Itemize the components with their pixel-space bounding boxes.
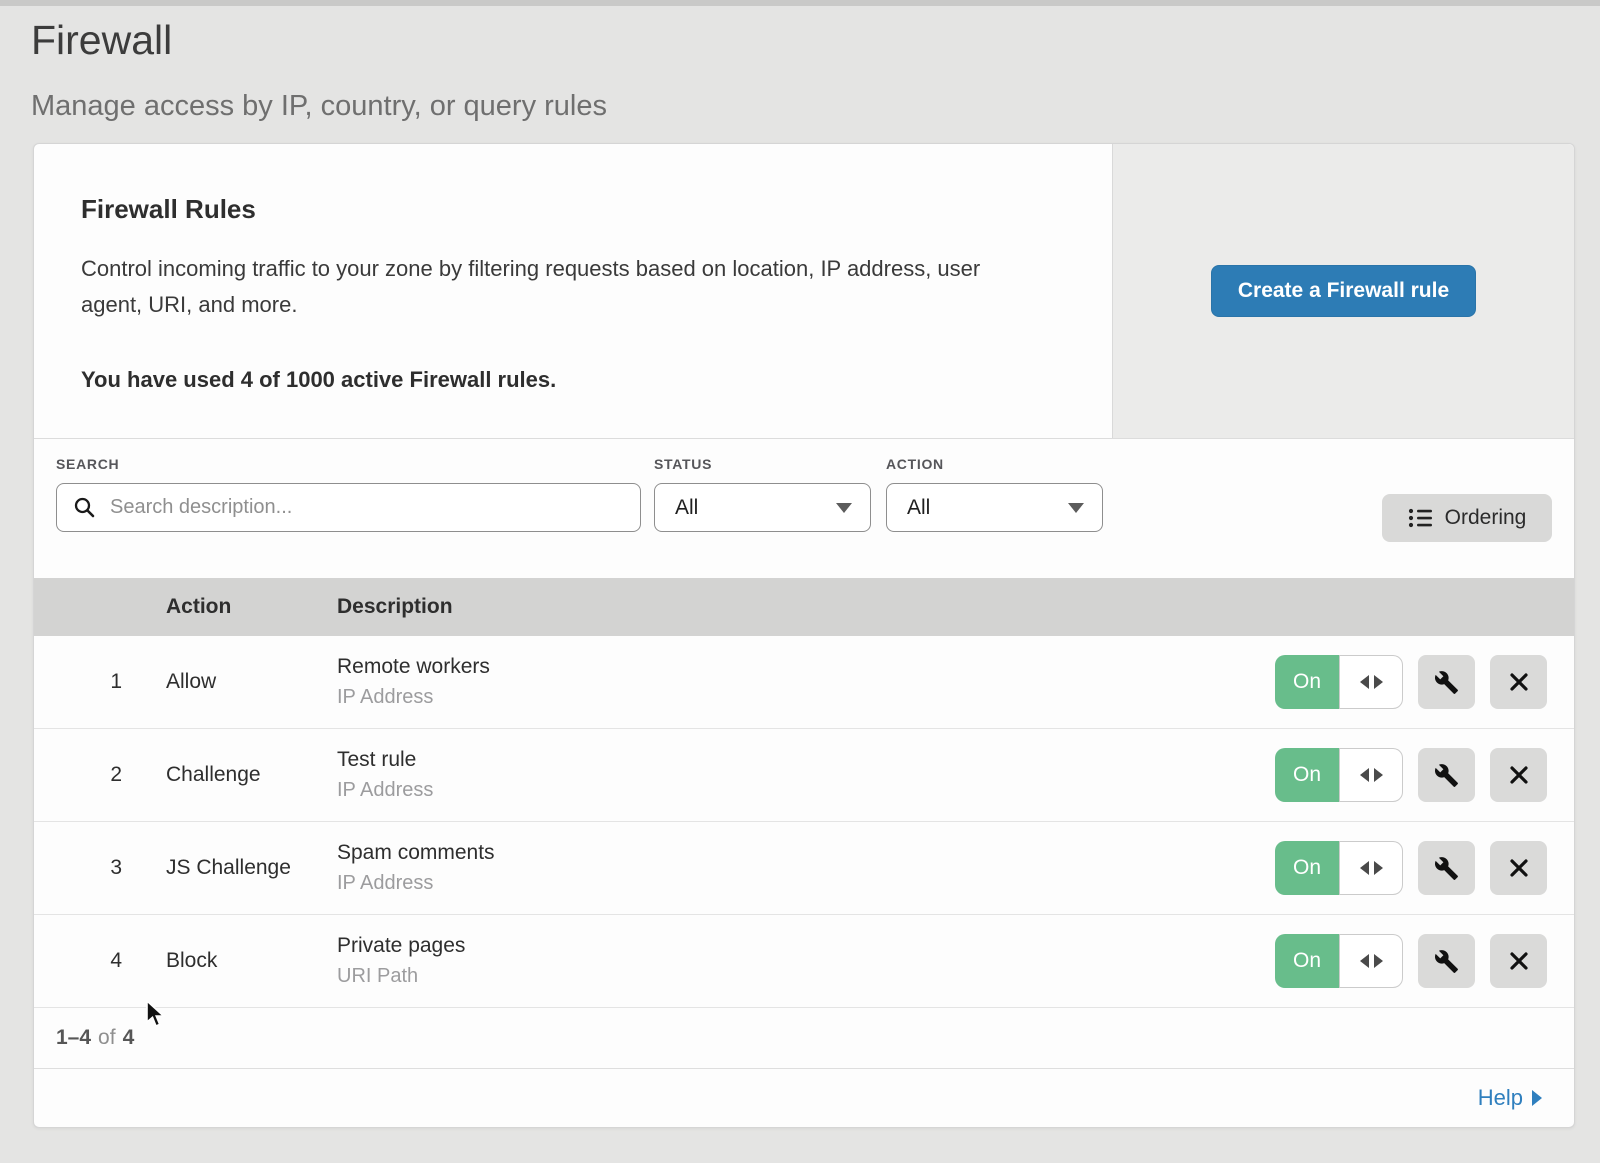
table-row: 2 Challenge Test rule IP Address On [34,729,1574,822]
ordering-button-wrap: Ordering [1382,494,1552,578]
edit-rule-button[interactable] [1418,655,1475,709]
search-filter-group: SEARCH [56,456,641,578]
page-header: Firewall Manage access by IP, country, o… [0,16,1600,123]
rule-description-cell: Remote workers IP Address [337,655,1275,709]
rule-priority: 4 [34,949,122,973]
pagination-of: of [98,1026,116,1050]
ordering-button[interactable]: Ordering [1382,494,1552,542]
ordered-list-icon [1408,507,1432,529]
rule-description: Test rule [337,748,1275,772]
rule-description-cell: Spam comments IP Address [337,841,1275,895]
table-row: 3 JS Challenge Spam comments IP Address … [34,822,1574,915]
rule-match-field: IP Address [337,686,1275,709]
rule-match-field: IP Address [337,872,1275,895]
rule-description-cell: Private pages URI Path [337,934,1275,988]
rule-priority: 1 [34,670,122,694]
close-icon [1508,950,1530,972]
rules-usage-text: You have used 4 of 1000 active Firewall … [81,367,1052,393]
rule-description: Spam comments [337,841,1275,865]
rule-match-field: URI Path [337,965,1275,988]
wrench-icon [1434,949,1459,974]
search-label: SEARCH [56,456,641,472]
intro-text-panel: Firewall Rules Control incoming traffic … [34,144,1112,438]
action-label: ACTION [886,456,1103,472]
rule-description: Private pages [337,934,1275,958]
wrench-icon [1434,763,1459,788]
rule-enabled-toggle[interactable]: On [1275,841,1403,895]
description-column-header: Description [337,595,1574,619]
status-filter-group: STATUS All [654,456,871,578]
page-subtitle: Manage access by IP, country, or query r… [31,89,1600,123]
rule-controls: On [1275,841,1574,895]
toggle-on-label[interactable]: On [1275,655,1339,709]
edit-rule-button[interactable] [1418,841,1475,895]
rule-controls: On [1275,655,1574,709]
edit-rule-button[interactable] [1418,748,1475,802]
rule-controls: On [1275,748,1574,802]
firewall-rules-card: Firewall Rules Control incoming traffic … [33,143,1575,1128]
toggle-on-label[interactable]: On [1275,748,1339,802]
rule-action: Allow [166,670,337,694]
toggle-drag-handle-icon[interactable] [1339,655,1403,709]
ordering-button-label: Ordering [1445,506,1527,530]
intro-heading: Firewall Rules [81,194,1052,225]
status-selected-value: All [675,496,698,520]
wrench-icon [1434,856,1459,881]
toggle-drag-handle-icon[interactable] [1339,748,1403,802]
close-icon [1508,857,1530,879]
toggle-on-label[interactable]: On [1275,841,1339,895]
help-link[interactable]: Help [1478,1085,1542,1111]
search-input[interactable] [56,483,641,532]
toggle-drag-handle-icon[interactable] [1339,934,1403,988]
delete-rule-button[interactable] [1490,841,1547,895]
action-selected-value: All [907,496,930,520]
toggle-on-label[interactable]: On [1275,934,1339,988]
card-footer: Help [34,1069,1574,1127]
close-icon [1508,764,1530,786]
action-column-header: Action [166,595,337,619]
table-row: 4 Block Private pages URI Path On [34,915,1574,1008]
window-top-edge [0,0,1600,6]
rule-controls: On [1275,934,1574,988]
page-title: Firewall [31,16,1600,64]
action-filter-group: ACTION All [886,456,1103,578]
table-row: 1 Allow Remote workers IP Address On [34,636,1574,729]
rule-priority: 3 [34,856,122,880]
rule-description: Remote workers [337,655,1275,679]
rule-priority: 2 [34,763,122,787]
edit-rule-button[interactable] [1418,934,1475,988]
wrench-icon [1434,670,1459,695]
rule-enabled-toggle[interactable]: On [1275,748,1403,802]
rule-enabled-toggle[interactable]: On [1275,934,1403,988]
pagination-row: 1–4 of 4 [34,1008,1574,1069]
toggle-drag-handle-icon[interactable] [1339,841,1403,895]
rule-action: JS Challenge [166,856,337,880]
delete-rule-button[interactable] [1490,748,1547,802]
intro-description: Control incoming traffic to your zone by… [81,251,1031,323]
search-field-wrap [56,483,641,532]
help-link-label: Help [1478,1085,1523,1111]
status-select[interactable]: All [654,483,871,532]
delete-rule-button[interactable] [1490,655,1547,709]
pagination-total: 4 [123,1026,135,1050]
close-icon [1508,671,1530,693]
rule-description-cell: Test rule IP Address [337,748,1275,802]
status-label: STATUS [654,456,871,472]
rule-enabled-toggle[interactable]: On [1275,655,1403,709]
intro-section: Firewall Rules Control incoming traffic … [34,144,1574,438]
rule-match-field: IP Address [337,779,1275,802]
arrow-right-icon [1532,1090,1542,1106]
table-header-row: Action Description [34,578,1574,636]
rule-action: Challenge [166,763,337,787]
pagination-range: 1–4 [56,1026,91,1050]
action-select[interactable]: All [886,483,1103,532]
filters-bar: SEARCH STATUS All ACTION All [34,438,1574,578]
delete-rule-button[interactable] [1490,934,1547,988]
chevron-down-icon [836,503,852,513]
create-rule-panel: Create a Firewall rule [1112,144,1574,438]
create-firewall-rule-button[interactable]: Create a Firewall rule [1211,265,1476,317]
rule-action: Block [166,949,337,973]
chevron-down-icon [1068,503,1084,513]
